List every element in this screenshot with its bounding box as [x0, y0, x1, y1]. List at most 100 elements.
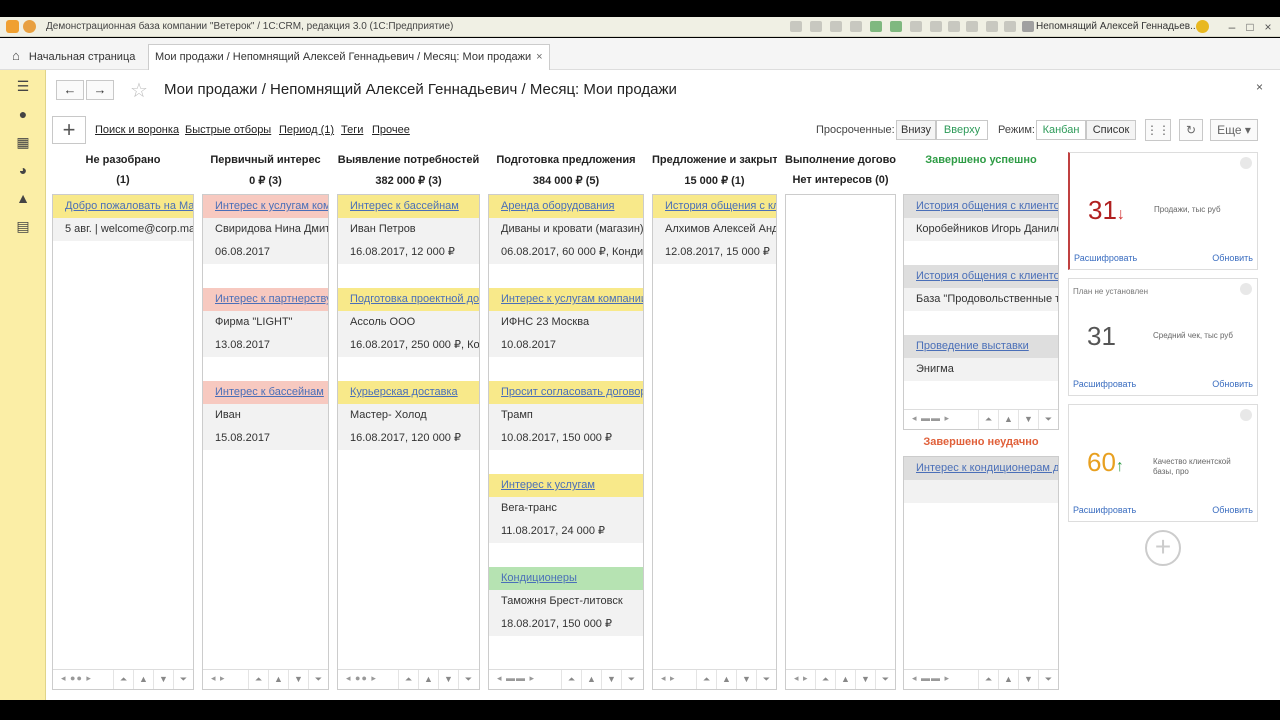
forward-button[interactable]: →	[86, 80, 114, 100]
page-close-button[interactable]: ×	[1256, 80, 1263, 94]
memory-plus-icon[interactable]	[948, 21, 960, 32]
tab-close-icon[interactable]: ×	[536, 51, 542, 63]
deal-card-header[interactable]: Аренда оборудования	[489, 195, 643, 218]
widget-decode-link[interactable]: Расшифровать	[1073, 379, 1136, 389]
won-card-header[interactable]: История общения с клиентом	[904, 195, 1058, 218]
deal-card[interactable]: Интерес к услугам компании Свиридова Нин…	[203, 195, 328, 264]
refresh-icon[interactable]: ↻	[1179, 119, 1203, 141]
deal-card[interactable]: Интерес к партнерству Фирма "LIGHT" 13.0…	[203, 288, 328, 357]
favorite-star-icon[interactable]: ☆	[130, 78, 148, 103]
deal-card[interactable]: Интерес к бассейнам Иван Петров 16.08.20…	[338, 195, 479, 264]
won-card[interactable]: История общения с клиентом База "Продово…	[904, 265, 1058, 311]
deal-card[interactable]: Подготовка проектной документации Ассоль…	[338, 288, 479, 357]
print-preview-icon[interactable]	[830, 21, 842, 32]
deal-card[interactable]: Кондиционеры Таможня Брест-литовск 18.08…	[489, 567, 643, 636]
panel-icon[interactable]	[1004, 21, 1016, 32]
won-card[interactable]: История общения с клиентом Коробейников …	[904, 195, 1058, 241]
lost-scrollbar[interactable]: ◂ ▬▬ ▸ ⏶ ▲ ▼ ⏷	[904, 669, 1058, 689]
deal-card-header[interactable]: Кондиционеры	[489, 567, 643, 590]
memory-minus-icon[interactable]	[966, 21, 978, 32]
won-scrollbar[interactable]: ◂ ▬▬ ▸ ⏶ ▲ ▼ ⏷	[904, 409, 1058, 429]
widget-decode-link[interactable]: Расшифровать	[1074, 253, 1137, 263]
print-icon[interactable]	[810, 21, 822, 32]
widget-refresh-link[interactable]: Обновить	[1212, 505, 1253, 515]
column-scrollbar[interactable]: ◂ ▸ ⏶ ▲ ▼ ⏷	[653, 669, 776, 689]
widget-label: Продажи, тыс руб	[1154, 205, 1221, 214]
overdue-bottom-toggle[interactable]: Внизу	[896, 120, 936, 140]
upload-icon[interactable]	[870, 21, 882, 32]
deal-card[interactable]: Аренда оборудования Диваны и кровати (ма…	[489, 195, 643, 264]
widget-decode-link[interactable]: Расшифровать	[1073, 505, 1136, 515]
column-scrollbar[interactable]: ◂ ●● ▸ ⏶ ▲ ▼ ⏷	[53, 669, 193, 689]
pie-chart-icon[interactable]: ◕	[15, 162, 31, 178]
deal-card-header[interactable]: История общения с клиентом	[653, 195, 776, 218]
grid-settings-icon[interactable]: ⋮⋮	[1145, 119, 1171, 141]
reports-icon[interactable]: ▤	[15, 218, 31, 234]
spreadsheet-icon[interactable]	[890, 21, 902, 32]
overdue-top-toggle[interactable]: Вверху	[936, 120, 988, 140]
widget-settings-icon[interactable]	[1240, 157, 1252, 169]
won-card[interactable]: Проведение выставки Энигма	[904, 335, 1058, 381]
deal-card[interactable]: Просит согласовать договор Трамп 10.08.2…	[489, 381, 643, 450]
more-menu-button[interactable]: Еще ▾	[1210, 119, 1258, 141]
add-button[interactable]: +	[52, 116, 86, 144]
add-widget-button[interactable]: +	[1145, 530, 1181, 566]
column-scrollbar[interactable]: ◂ ▸ ⏶ ▲ ▼ ⏷	[786, 669, 895, 689]
back-button[interactable]: ←	[56, 80, 84, 100]
deal-card-header[interactable]: Курьерская доставка	[338, 381, 479, 404]
column-scrollbar[interactable]: ◂ ▸ ⏶ ▲ ▼ ⏷	[203, 669, 328, 689]
contacts-icon[interactable]: ●	[15, 106, 31, 122]
deal-card[interactable]: Добро пожаловать на Mail.Ru 5 авг. | wel…	[53, 195, 193, 241]
deal-card[interactable]: Курьерская доставка Мастер- Холод 16.08.…	[338, 381, 479, 450]
widget-refresh-link[interactable]: Обновить	[1212, 253, 1253, 263]
other-link[interactable]: Прочее	[372, 124, 410, 136]
deal-card-header[interactable]: Интерес к бассейнам	[338, 195, 479, 218]
widget-settings-icon[interactable]	[1240, 409, 1252, 421]
column-title: Подготовка предложения	[496, 154, 636, 166]
deal-card[interactable]: Интерес к услугам компании ИФНС 23 Москв…	[489, 288, 643, 357]
widget-refresh-link[interactable]: Обновить	[1212, 379, 1253, 389]
lost-card-header[interactable]: Интерес к кондиционерам для офиса	[904, 457, 1058, 480]
widget-settings-icon[interactable]	[1240, 283, 1252, 295]
widget-value: 31	[1087, 321, 1116, 352]
deal-card-header[interactable]: Подготовка проектной документации	[338, 288, 479, 311]
calendar-icon[interactable]	[910, 21, 922, 32]
quick-filters-link[interactable]: Быстрые отборы	[185, 124, 271, 136]
save-icon[interactable]	[850, 21, 862, 32]
column-scrollbar[interactable]: ◂ ▬▬ ▸ ⏶ ▲ ▼ ⏷	[489, 669, 643, 689]
won-card-header[interactable]: История общения с клиентом	[904, 265, 1058, 288]
mode-kanban-toggle[interactable]: Канбан	[1036, 120, 1086, 140]
won-card-header[interactable]: Проведение выставки	[904, 335, 1058, 358]
lost-card[interactable]: Интерес к кондиционерам для офиса	[904, 457, 1058, 503]
info-icon[interactable]	[1196, 20, 1209, 33]
maximize-button[interactable]: □	[1242, 19, 1258, 35]
tab-home[interactable]: ⌂ Начальная страница	[12, 44, 135, 70]
column-scrollbar[interactable]: ◂ ●● ▸ ⏶ ▲ ▼ ⏷	[338, 669, 479, 689]
main-menu-icon[interactable]	[23, 20, 36, 33]
period-link[interactable]: Период (1)	[279, 124, 334, 136]
memory-m-icon[interactable]	[930, 21, 942, 32]
tab-my-sales[interactable]: Мои продажи / Непомнящий Алексей Геннадь…	[148, 44, 550, 70]
link-icon[interactable]	[790, 21, 802, 32]
calendar-section-icon[interactable]: ▦	[15, 134, 31, 150]
tags-link[interactable]: Теги	[341, 124, 363, 136]
close-window-button[interactable]: ×	[1260, 19, 1276, 35]
deal-card[interactable]: Интерес к бассейнам Иван 15.08.2017	[203, 381, 328, 450]
zoom-icon[interactable]	[986, 21, 998, 32]
deal-card-header[interactable]: Интерес к услугам компании	[489, 288, 643, 311]
deal-card-header[interactable]: Интерес к бассейнам	[203, 381, 328, 404]
search-funnel-link[interactable]: Поиск и воронка	[95, 124, 179, 136]
deal-card-header[interactable]: Интерес к партнерству	[203, 288, 328, 311]
deal-card-line: Иван	[203, 404, 328, 427]
minimize-button[interactable]: –	[1224, 19, 1240, 35]
deal-card-header[interactable]: Просит согласовать договор	[489, 381, 643, 404]
deal-card-header[interactable]: Интерес к услугам компании	[203, 195, 328, 218]
org-structure-icon[interactable]: ▲	[15, 190, 31, 206]
current-user[interactable]: Непомнящий Алексей Геннадьев...	[1036, 21, 1198, 32]
menu-icon[interactable]: ☰	[15, 78, 31, 94]
deal-card[interactable]: Интерес к услугам Вега-транс 11.08.2017,…	[489, 474, 643, 543]
mode-list-toggle[interactable]: Список	[1086, 120, 1136, 140]
deal-card-header[interactable]: Добро пожаловать на Mail.Ru	[53, 195, 193, 218]
deal-card-header[interactable]: Интерес к услугам	[489, 474, 643, 497]
deal-card[interactable]: История общения с клиентом Алхимов Алекс…	[653, 195, 776, 264]
